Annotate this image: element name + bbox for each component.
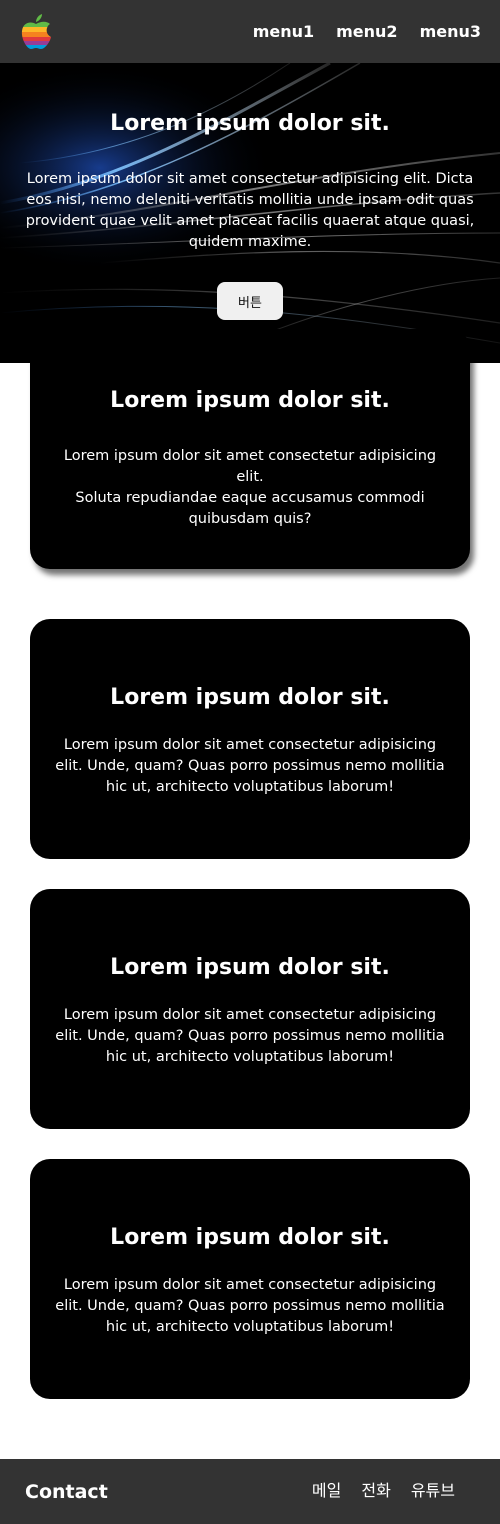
menu-item-2[interactable]: menu2 — [336, 22, 397, 41]
footer-links: 메일 전화 유튜브 — [312, 1477, 455, 1501]
card-text: Lorem ipsum dolor sit amet consectetur a… — [50, 446, 450, 530]
footer-link-youtube[interactable]: 유튜브 — [411, 1477, 455, 1501]
card: Lorem ipsum dolor sit. Lorem ipsum dolor… — [30, 329, 470, 569]
footer-link-phone[interactable]: 전화 — [361, 1477, 390, 1501]
card: Lorem ipsum dolor sit. Lorem ipsum dolor… — [30, 889, 470, 1129]
card: Lorem ipsum dolor sit. Lorem ipsum dolor… — [30, 1159, 470, 1399]
top-navbar: menu1 menu2 menu3 — [0, 0, 500, 63]
card-text: Lorem ipsum dolor sit amet consectetur a… — [55, 1277, 445, 1335]
menu-item-3[interactable]: menu3 — [420, 22, 481, 41]
hero-content: Lorem ipsum dolor sit. Lorem ipsum dolor… — [0, 63, 500, 363]
footer-link-mail[interactable]: 메일 — [312, 1477, 341, 1501]
apple-logo-icon[interactable] — [19, 13, 53, 51]
card-text: Lorem ipsum dolor sit amet consectetur a… — [55, 1007, 445, 1065]
footer-title: Contact — [25, 1480, 108, 1503]
footer: Contact 메일 전화 유튜브 — [0, 1459, 500, 1524]
card-title: Lorem ipsum dolor sit. — [110, 685, 390, 710]
card-title: Lorem ipsum dolor sit. — [110, 955, 390, 980]
card-text-line: Lorem ipsum dolor sit amet consectetur a… — [63, 448, 437, 485]
main-menu: menu1 menu2 menu3 — [253, 22, 481, 41]
card-text: Lorem ipsum dolor sit amet consectetur a… — [55, 737, 445, 795]
hero-button[interactable]: 버튼 — [217, 282, 283, 320]
hero-title: Lorem ipsum dolor sit. — [110, 111, 390, 136]
card: Lorem ipsum dolor sit. Lorem ipsum dolor… — [30, 619, 470, 859]
card-text-line: Soluta repudiandae eaque accusamus commo… — [75, 490, 425, 527]
hero-section: Lorem ipsum dolor sit. Lorem ipsum dolor… — [0, 63, 500, 363]
card-title: Lorem ipsum dolor sit. — [110, 388, 390, 413]
card-title: Lorem ipsum dolor sit. — [110, 1225, 390, 1250]
menu-item-1[interactable]: menu1 — [253, 22, 314, 41]
hero-description: Lorem ipsum dolor sit amet consectetur a… — [25, 171, 475, 250]
